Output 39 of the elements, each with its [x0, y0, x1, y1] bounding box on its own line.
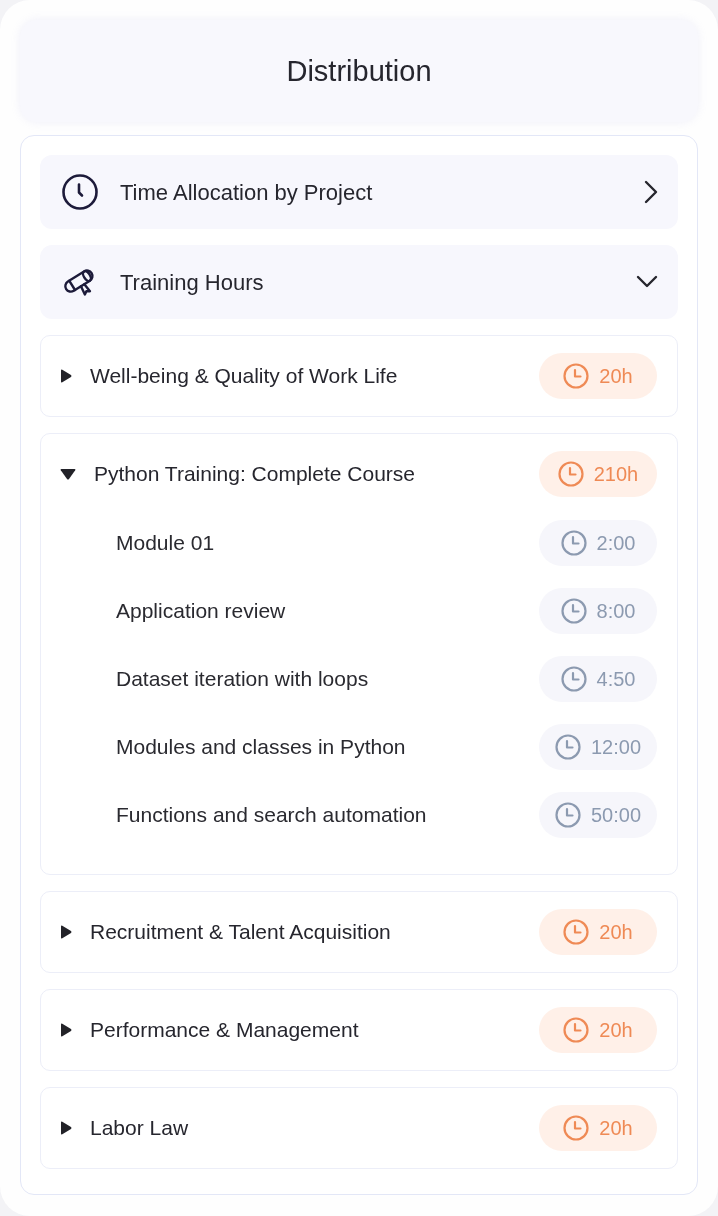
section-header[interactable]: Training Hours	[40, 245, 678, 319]
clock-icon	[554, 802, 581, 828]
module-title: Module 01	[116, 530, 216, 557]
caret-right-icon[interactable]	[60, 1121, 72, 1135]
clock-icon	[563, 1115, 590, 1141]
clock-icon	[62, 174, 98, 210]
clock-icon	[563, 1017, 590, 1043]
duration-text: 20h	[599, 1020, 633, 1040]
duration-text: 210h	[593, 464, 639, 484]
duration-text: 12:00	[590, 737, 642, 757]
duration-text: 2:00	[596, 533, 636, 553]
course-title: Performance & Management	[90, 1017, 360, 1044]
caret-right-icon[interactable]	[60, 1023, 72, 1037]
duration-text: 50:00	[590, 805, 642, 825]
module-title: Functions and search automation	[116, 802, 428, 829]
duration-text: 20h	[599, 1118, 633, 1138]
page-title: Distribution	[286, 56, 432, 86]
duration-text: 4:50	[596, 669, 636, 689]
course-title: Recruitment & Talent Acquisition	[90, 919, 392, 946]
clock-icon	[560, 598, 587, 624]
course-title: Python Training: Complete Course	[94, 461, 416, 488]
clock-icon	[557, 461, 584, 487]
module-title: Modules and classes in Python	[116, 734, 407, 761]
caret-down-icon[interactable]	[60, 468, 76, 480]
module-title: Dataset iteration with loops	[116, 666, 370, 693]
caret-right-icon[interactable]	[60, 925, 72, 939]
clock-icon	[563, 919, 590, 945]
clock-icon	[560, 530, 587, 556]
module-title: Application review	[116, 598, 287, 625]
caret-right-icon[interactable]	[60, 369, 72, 383]
clock-icon	[560, 666, 587, 692]
course-title: Well-being & Quality of Work Life	[90, 363, 399, 390]
duration-text: 20h	[599, 922, 633, 942]
duration-text: 8:00	[596, 601, 636, 621]
section-header[interactable]: Time Allocation by Project	[40, 155, 678, 229]
clock-icon	[563, 363, 590, 389]
clock-icon	[554, 734, 581, 760]
duration-text: 20h	[599, 366, 633, 386]
course-title: Labor Law	[90, 1115, 190, 1142]
